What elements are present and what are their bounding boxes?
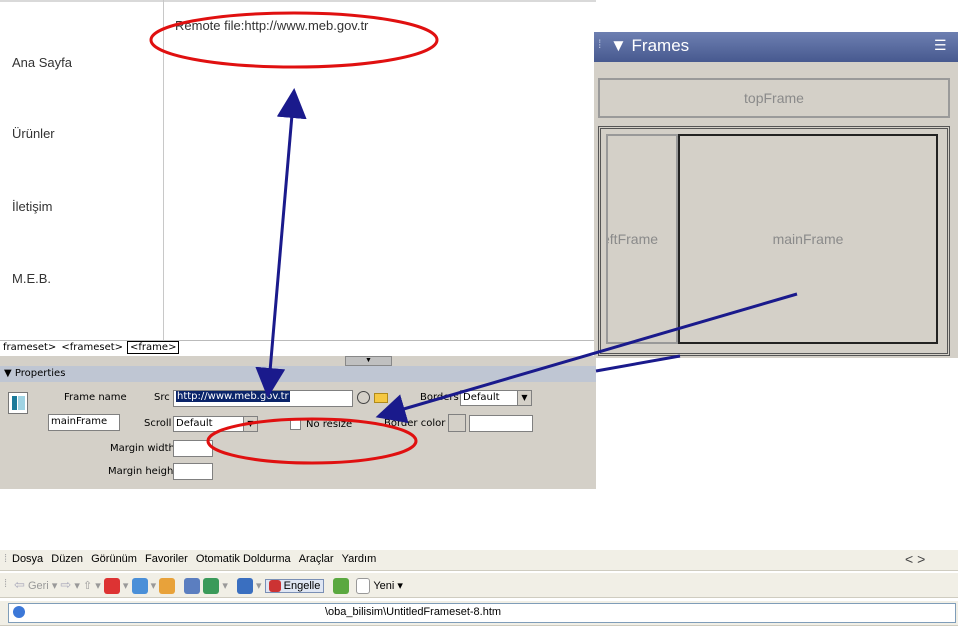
annotation-overlay (149, 11, 798, 465)
red-ellipse-properties (206, 417, 418, 465)
blue-arrow-frame (375, 292, 798, 424)
blue-arrow-src (255, 88, 307, 398)
blue-line-panel (595, 354, 681, 373)
red-ellipse-remote (149, 11, 439, 69)
